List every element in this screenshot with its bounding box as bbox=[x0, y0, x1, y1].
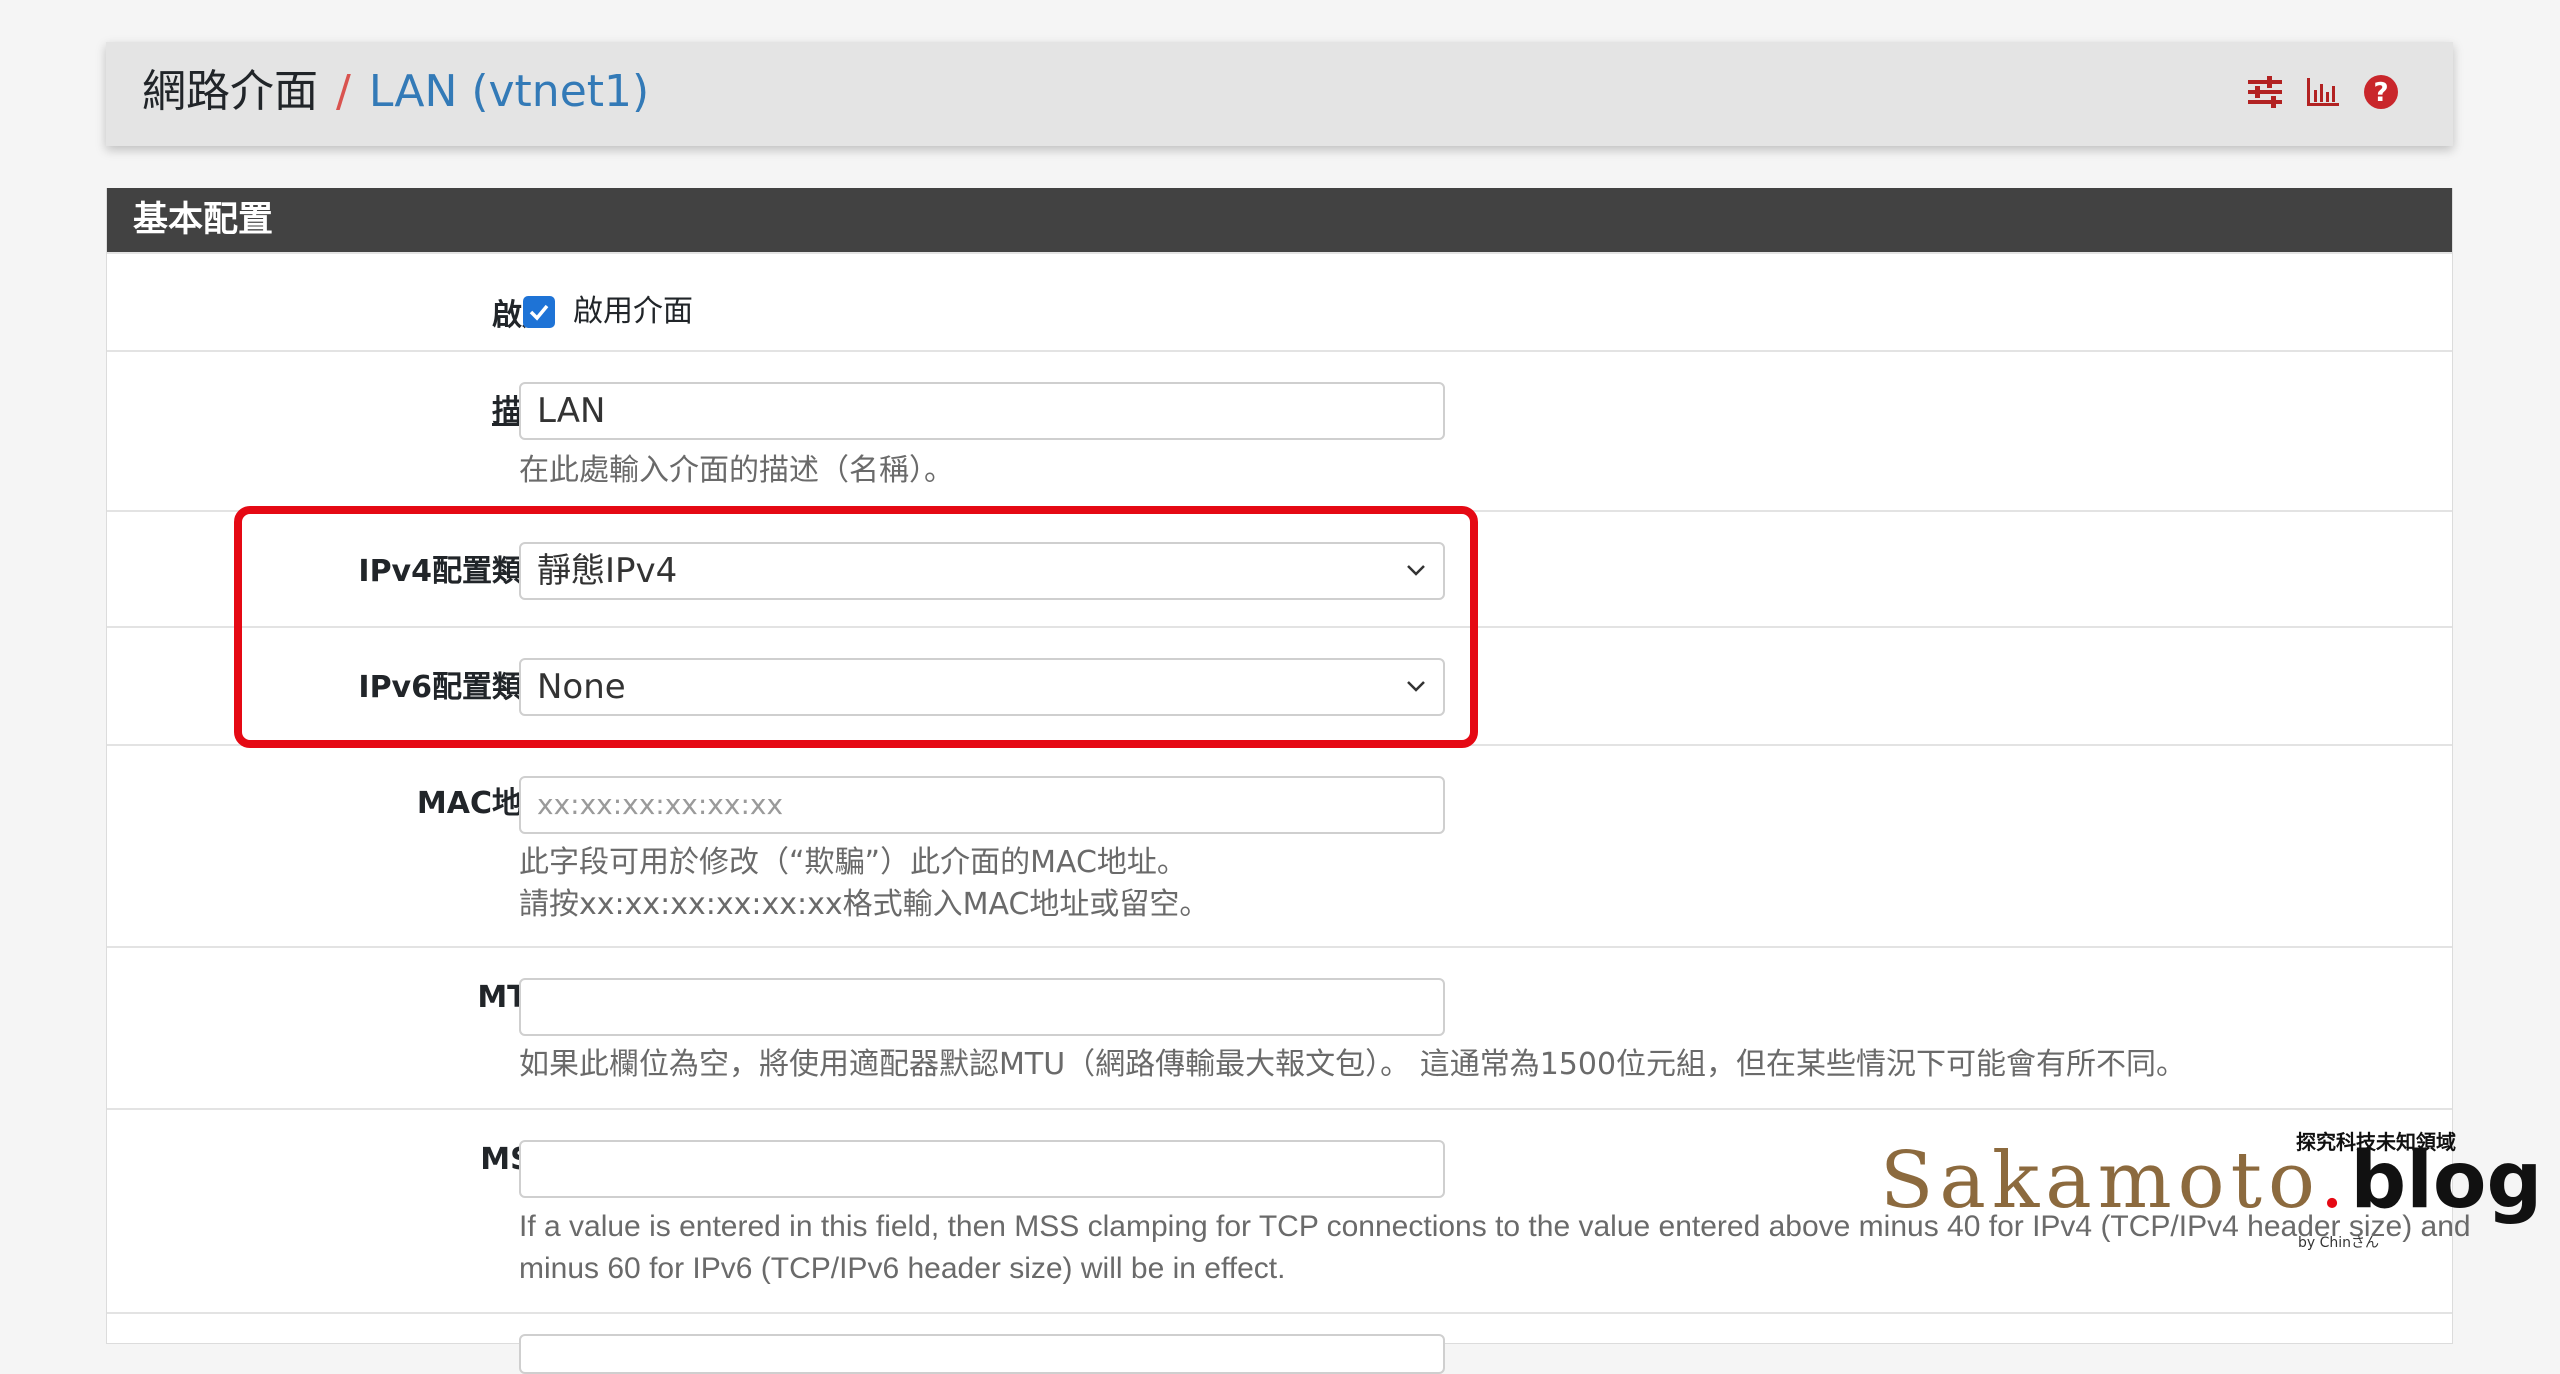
mac-help-line2: 請按xx:xx:xx:xx:xx:xx格式輸入MAC地址或留空。 bbox=[519, 887, 1210, 922]
mtu-row: MTU 如果此欄位為空，將使用適配器默認MTU（網路傳輸最大報文包）。 這通常為… bbox=[107, 946, 2452, 1108]
check-icon bbox=[529, 304, 549, 321]
help-icon[interactable]: ? bbox=[2361, 72, 2401, 112]
watermark: 探究科技未知領域 Sakamoto.blog by Chinさん bbox=[1880, 1130, 2542, 1276]
description-input[interactable]: LAN bbox=[519, 382, 1445, 440]
breadcrumb-current[interactable]: LAN (vtnet1) bbox=[369, 66, 649, 117]
bar-chart-icon[interactable] bbox=[2303, 72, 2343, 112]
ipv6-type-value: None bbox=[537, 667, 626, 707]
watermark-dot: . bbox=[2319, 1136, 2351, 1226]
ipv4-type-row: IPv4配置類型 靜態IPv4 bbox=[107, 510, 2452, 626]
mss-help-line2: minus 60 for IPv6 (TCP/IPv6 header size)… bbox=[519, 1252, 1286, 1285]
breadcrumb-interfaces[interactable]: 網路介面 bbox=[142, 66, 318, 117]
mtu-input[interactable] bbox=[519, 978, 1445, 1036]
chevron-down-icon bbox=[1407, 681, 1425, 692]
description-row: 描述 LAN 在此處輸入介面的描述（名稱）。 bbox=[107, 350, 2452, 510]
svg-text:?: ? bbox=[2373, 78, 2388, 108]
mtu-help: 如果此欄位為空，將使用適配器默認MTU（網路傳輸最大報文包）。 這通常為1500… bbox=[519, 1047, 2187, 1082]
watermark-logo: Sakamoto.blog bbox=[1880, 1136, 2542, 1226]
page-header: 網路介面 / LAN (vtnet1) ? bbox=[106, 42, 2453, 146]
next-row bbox=[107, 1312, 2452, 1374]
enable-checkbox[interactable] bbox=[523, 296, 555, 328]
watermark-blog: blog bbox=[2350, 1136, 2543, 1226]
panel-title: 基本配置 bbox=[107, 188, 2452, 252]
ipv4-type-select[interactable]: 靜態IPv4 bbox=[519, 542, 1445, 600]
next-input[interactable] bbox=[519, 1334, 1445, 1374]
mss-input[interactable] bbox=[519, 1140, 1445, 1198]
enable-row: 啟用 啟用介面 bbox=[107, 252, 2452, 350]
breadcrumb-separator: / bbox=[336, 66, 351, 117]
watermark-by: by Chinさん bbox=[2298, 1235, 2380, 1251]
ipv6-type-row: IPv6配置類型 None bbox=[107, 626, 2452, 744]
enable-checkbox-label[interactable]: 啟用介面 bbox=[573, 292, 693, 332]
chevron-down-icon bbox=[1407, 565, 1425, 576]
mac-input[interactable]: xx:xx:xx:xx:xx:xx bbox=[519, 776, 1445, 834]
ipv6-type-select[interactable]: None bbox=[519, 658, 1445, 716]
description-help: 在此處輸入介面的描述（名稱）。 bbox=[519, 453, 954, 488]
mac-help-line1: 此字段可用於修改（“欺騙”）此介面的MAC地址。 bbox=[519, 845, 1187, 880]
ipv4-type-value: 靜態IPv4 bbox=[537, 551, 678, 591]
mac-row: MAC地址 xx:xx:xx:xx:xx:xx 此字段可用於修改（“欺騙”）此介… bbox=[107, 744, 2452, 946]
breadcrumb: 網路介面 / LAN (vtnet1) bbox=[142, 64, 649, 120]
sliders-icon[interactable] bbox=[2245, 72, 2285, 112]
header-icons: ? bbox=[2245, 72, 2401, 112]
watermark-main: Sakamoto bbox=[1880, 1136, 2320, 1226]
